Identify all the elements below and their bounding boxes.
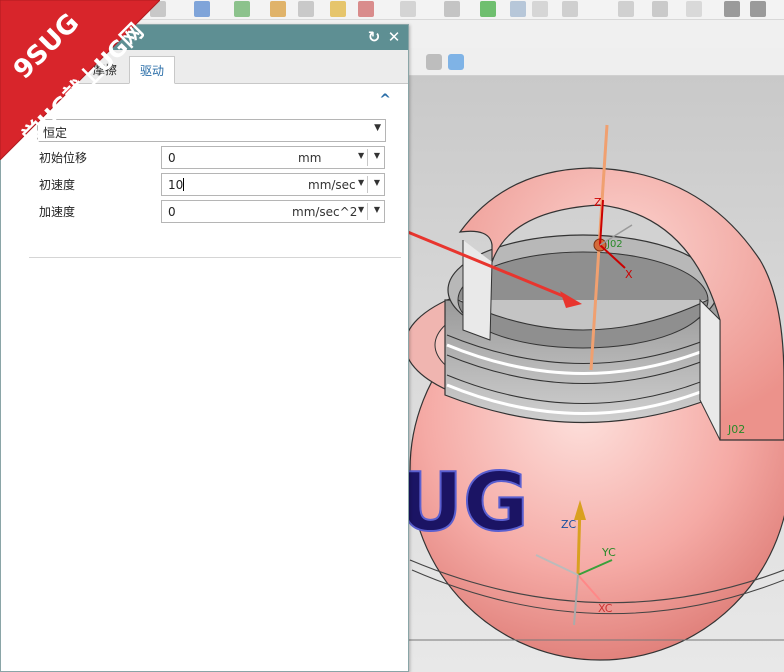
wcs-y-label: YC bbox=[601, 546, 616, 559]
chevron-down-icon: ▼ bbox=[374, 123, 381, 133]
acceleration-unit[interactable]: mm/sec^2 bbox=[292, 205, 357, 219]
arrow-right-icon[interactable] bbox=[750, 1, 766, 17]
text-caret bbox=[183, 178, 185, 191]
model-text: UG bbox=[398, 456, 529, 549]
initial-velocity-unit[interactable]: mm/sec bbox=[308, 178, 356, 192]
acceleration-field[interactable]: 0 mm/sec^2 ▼ ▼ bbox=[161, 200, 385, 223]
page-icon[interactable] bbox=[532, 1, 548, 17]
unit-dropdown-icon[interactable]: ▼ bbox=[358, 151, 364, 160]
initial-velocity-value[interactable]: 10 bbox=[168, 178, 185, 192]
document-icon[interactable] bbox=[510, 1, 526, 17]
shaded-view-icon[interactable] bbox=[426, 54, 442, 70]
feature-icon[interactable] bbox=[270, 1, 286, 17]
measure-icon[interactable] bbox=[562, 1, 578, 17]
initial-velocity-label: 初速度 bbox=[39, 178, 76, 192]
wrench-icon[interactable] bbox=[652, 1, 668, 17]
acceleration-value[interactable]: 0 bbox=[168, 205, 176, 219]
watermark-ribbon: 9SUG 学UG就上UG网 bbox=[0, 0, 160, 160]
chevron-down-icon[interactable]: ▼ bbox=[374, 205, 380, 214]
unit-dropdown-icon[interactable]: ▼ bbox=[358, 178, 364, 187]
arrow-left-icon[interactable] bbox=[724, 1, 740, 17]
cube-view-icon[interactable] bbox=[448, 54, 464, 70]
brush-icon[interactable] bbox=[298, 1, 314, 17]
close-box-icon[interactable] bbox=[686, 1, 702, 17]
face-label: J02 bbox=[727, 423, 745, 436]
curve-icon[interactable] bbox=[194, 1, 210, 17]
move-icon[interactable] bbox=[330, 1, 346, 17]
marker-x-label: X bbox=[625, 268, 633, 281]
gear-icon[interactable] bbox=[400, 1, 416, 17]
group-divider bbox=[29, 257, 401, 258]
chevron-down-icon[interactable]: ▼ bbox=[374, 151, 380, 160]
initial-displacement-field[interactable]: 0 mm ▼ ▼ bbox=[161, 146, 385, 169]
grid-icon[interactable] bbox=[618, 1, 634, 17]
wcs-z-label: ZC bbox=[561, 518, 577, 531]
branch-icon[interactable] bbox=[444, 1, 460, 17]
initial-velocity-field[interactable]: 10 mm/sec ▼ ▼ bbox=[161, 173, 385, 196]
chevron-down-icon[interactable]: ▼ bbox=[374, 178, 380, 187]
marker-z-label: Z bbox=[594, 196, 602, 209]
close-icon[interactable]: ✕ bbox=[385, 28, 403, 46]
field-divider bbox=[367, 203, 368, 220]
wcs-x-label: XC bbox=[598, 602, 613, 615]
viewport-toolbar bbox=[408, 48, 784, 76]
unit-dropdown-icon[interactable]: ▼ bbox=[358, 205, 364, 214]
reset-icon[interactable]: ↻ bbox=[365, 28, 383, 46]
initial-displacement-value[interactable]: 0 bbox=[168, 151, 176, 165]
field-divider bbox=[367, 149, 368, 166]
field-divider bbox=[367, 176, 368, 193]
acceleration-label: 加速度 bbox=[39, 205, 76, 219]
initial-displacement-unit[interactable]: mm bbox=[298, 151, 321, 165]
chevron-up-icon[interactable]: ^ bbox=[379, 92, 391, 108]
marker-point-label: J02 bbox=[606, 239, 623, 250]
copy-icon[interactable] bbox=[358, 1, 374, 17]
assembly-icon[interactable] bbox=[480, 1, 496, 17]
point-icon[interactable] bbox=[234, 1, 250, 17]
